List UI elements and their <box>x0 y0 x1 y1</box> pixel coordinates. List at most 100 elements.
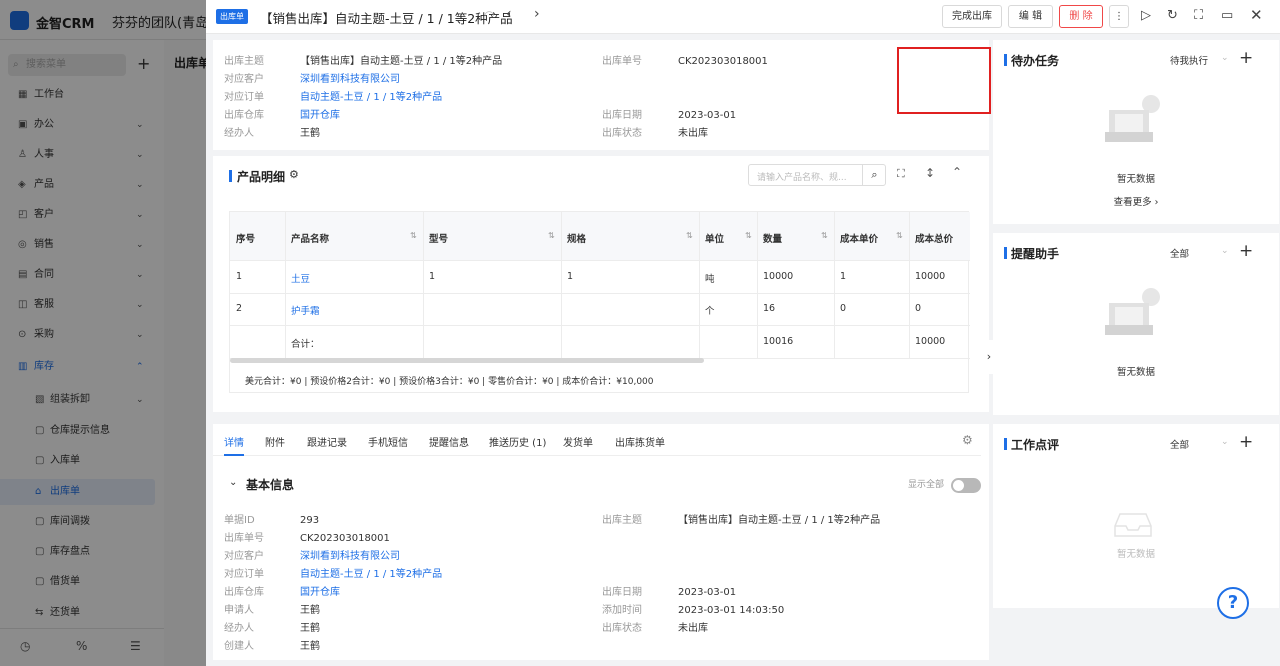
detail-card: 详情 附件 跟进记录 手机短信 提醒信息 推送历史 (1) 发货单 出库拣货单 … <box>213 424 989 660</box>
drawer-title: 【销售出库】自动主题-土豆 / 1 / 1等2种产品 <box>260 11 513 26</box>
fullscreen-icon[interactable]: ⛶ <box>1194 8 1203 23</box>
doc-type-tag: 出库单 <box>216 9 248 24</box>
product-table: 序号 产品名称 ⇅ 型号 ⇅ 规格 ⇅ 单位 ⇅ 数量 ⇅ 成本单价 ⇅ 成本总价 1 土豆… <box>229 211 970 393</box>
todo-filter[interactable]: 待我执行 <box>1170 53 1208 67</box>
refresh-icon[interactable]: ↻ <box>1167 8 1178 23</box>
col-header: 规格 <box>567 234 587 245</box>
tab-sms[interactable]: 手机短信 <box>368 434 408 449</box>
total-qty: 10016 <box>763 336 794 347</box>
table-scrollbar[interactable] <box>230 358 704 363</box>
basic-info-title: 基本信息 <box>246 478 295 492</box>
price-summary: 美元合计：¥0 | 预设价格2合计：¥0 | 预设价格3合计：¥0 | 零售价合… <box>245 377 654 387</box>
add-reminder-button[interactable]: + <box>1239 241 1253 261</box>
chevron-down-icon: ⌄ <box>1221 437 1229 447</box>
date-value: 2023-03-01 <box>678 110 737 121</box>
prev-icon[interactable]: ‹ <box>506 6 512 22</box>
empty-text: 暂无数据 <box>1116 367 1155 378</box>
detail-drawer: 出库单 【销售出库】自动主题-土豆 / 1 / 1等2种产品 ◠ ‹ › 完成出… <box>206 0 1280 666</box>
table-cell: 2 <box>236 303 243 314</box>
tab-follow-up[interactable]: 跟进记录 <box>307 434 347 449</box>
chevron-down-icon[interactable]: ⌄ <box>229 477 237 488</box>
table-cell: 1 <box>567 271 574 282</box>
more-button[interactable]: ⋮ <box>1109 5 1129 28</box>
empty-text: 暂无数据 <box>1116 174 1155 185</box>
show-all-toggle[interactable] <box>951 478 981 493</box>
next-icon[interactable]: › <box>534 6 540 22</box>
view-more-link[interactable]: 查看更多 › <box>993 194 1279 208</box>
table-cell: 16 <box>763 303 776 314</box>
table-cell: 1 <box>236 271 243 282</box>
todo-title: 待办任务 <box>1011 54 1060 68</box>
total-amount: 10000 <box>915 336 946 347</box>
subject-value: 【销售出库】自动主题-土豆 / 1 / 1等2种产品 <box>300 56 503 67</box>
order-link[interactable]: 自动主题-土豆 / 1 / 1等2种产品 <box>300 569 442 580</box>
col-header: 成本总价 <box>915 234 954 245</box>
review-title: 工作点评 <box>1011 438 1060 452</box>
col-header: 成本单价 <box>840 234 879 245</box>
table-cell: 10000 <box>915 271 946 282</box>
status-value: 未出库 <box>678 128 708 139</box>
customer-link[interactable]: 深圳看到科技有限公司 <box>300 74 400 85</box>
settings-icon[interactable]: ⚙ <box>289 168 299 181</box>
add-todo-button[interactable]: + <box>1239 48 1253 68</box>
highlight-box <box>897 47 991 114</box>
tab-push-history[interactable]: 推送历史 (1) <box>489 434 546 449</box>
col-header: 产品名称 <box>291 234 330 245</box>
edit-button[interactable]: 编 辑 <box>1008 5 1053 28</box>
handler-value: 王鹤 <box>300 128 320 139</box>
table-cell: 0 <box>840 303 847 314</box>
product-link[interactable]: 护手霜 <box>291 303 320 317</box>
order-link[interactable]: 自动主题-土豆 / 1 / 1等2种产品 <box>300 92 442 103</box>
empty-text: 暂无数据 <box>1116 549 1155 560</box>
chevron-down-icon: ⌄ <box>1221 53 1229 63</box>
product-search-input[interactable]: 请输入产品名称、规... ⌕ <box>748 164 886 186</box>
table-cell: 1 <box>840 271 847 282</box>
table-cell: 1 <box>429 271 436 282</box>
customer-link[interactable]: 深圳看到科技有限公司 <box>300 551 400 562</box>
tab-attachments[interactable]: 附件 <box>265 434 285 449</box>
drawer-header: 出库单 【销售出库】自动主题-土豆 / 1 / 1等2种产品 ◠ ‹ › 完成出… <box>206 0 1280 34</box>
tab-picking[interactable]: 出库拣货单 <box>615 434 665 449</box>
tab-details[interactable]: 详情 <box>224 434 244 449</box>
settings-icon[interactable]: ⚙ <box>962 433 973 447</box>
close-icon[interactable]: ✕ <box>1250 6 1263 24</box>
col-header: 型号 <box>429 234 449 245</box>
empty-tray-icon <box>1114 513 1152 537</box>
add-review-button[interactable]: + <box>1239 432 1253 452</box>
detail-tabs: 详情 附件 跟进记录 手机短信 提醒信息 推送历史 (1) 发货单 出库拣货单 … <box>213 424 981 456</box>
expand-icon[interactable]: ⛶ <box>897 167 905 181</box>
table-cell: 10000 <box>763 271 794 282</box>
product-section-title: 产品明细 <box>237 170 286 184</box>
chevron-down-icon: ⌄ <box>1221 246 1229 256</box>
play-icon[interactable]: ▷ <box>1141 8 1151 23</box>
delete-button[interactable]: 删 除 <box>1059 5 1103 28</box>
product-link[interactable]: 土豆 <box>291 271 310 285</box>
table-cell: 个 <box>705 306 715 317</box>
tab-reminders[interactable]: 提醒信息 <box>429 434 469 449</box>
chevron-up-icon[interactable]: ⌃ <box>952 165 962 179</box>
total-label: 合计： <box>291 339 320 350</box>
col-header: 单位 <box>705 234 725 245</box>
help-button[interactable]: ? <box>1217 587 1249 619</box>
height-icon[interactable]: ↕ <box>925 166 935 180</box>
empty-inbox-icon <box>1105 95 1160 142</box>
finish-outbound-button[interactable]: 完成出库 <box>942 5 1002 28</box>
search-icon[interactable]: ⌕ <box>862 165 886 185</box>
headset-icon[interactable]: ◠ <box>484 8 494 22</box>
minimize-icon[interactable]: ▭ <box>1221 8 1233 23</box>
todo-panel: 待办任务 待我执行 ⌄ + 暂无数据 查看更多 › <box>993 40 1279 224</box>
product-card: 产品明细 ⚙ 请输入产品名称、规... ⌕ ⛶ ↕ ⌃ 序号 产品名称 ⇅ 型号 ⇅… <box>213 156 989 412</box>
review-filter[interactable]: 全部 <box>1170 437 1189 451</box>
tab-shipping[interactable]: 发货单 <box>563 434 593 449</box>
col-header: 数量 <box>763 234 783 245</box>
empty-inbox-icon <box>1105 288 1160 335</box>
warehouse-link[interactable]: 国开仓库 <box>300 110 340 121</box>
reminder-title: 提醒助手 <box>1011 247 1060 261</box>
show-all-label: 显示全部 <box>908 480 945 490</box>
col-header: 序号 <box>236 234 256 245</box>
warehouse-link[interactable]: 国开仓库 <box>300 587 340 598</box>
table-cell: 吨 <box>705 274 715 285</box>
review-panel: 工作点评 全部 ⌄ + 暂无数据 <box>993 424 1279 608</box>
reminder-panel: 提醒助手 全部 ⌄ + 暂无数据 <box>993 233 1279 415</box>
reminder-filter[interactable]: 全部 <box>1170 246 1189 260</box>
